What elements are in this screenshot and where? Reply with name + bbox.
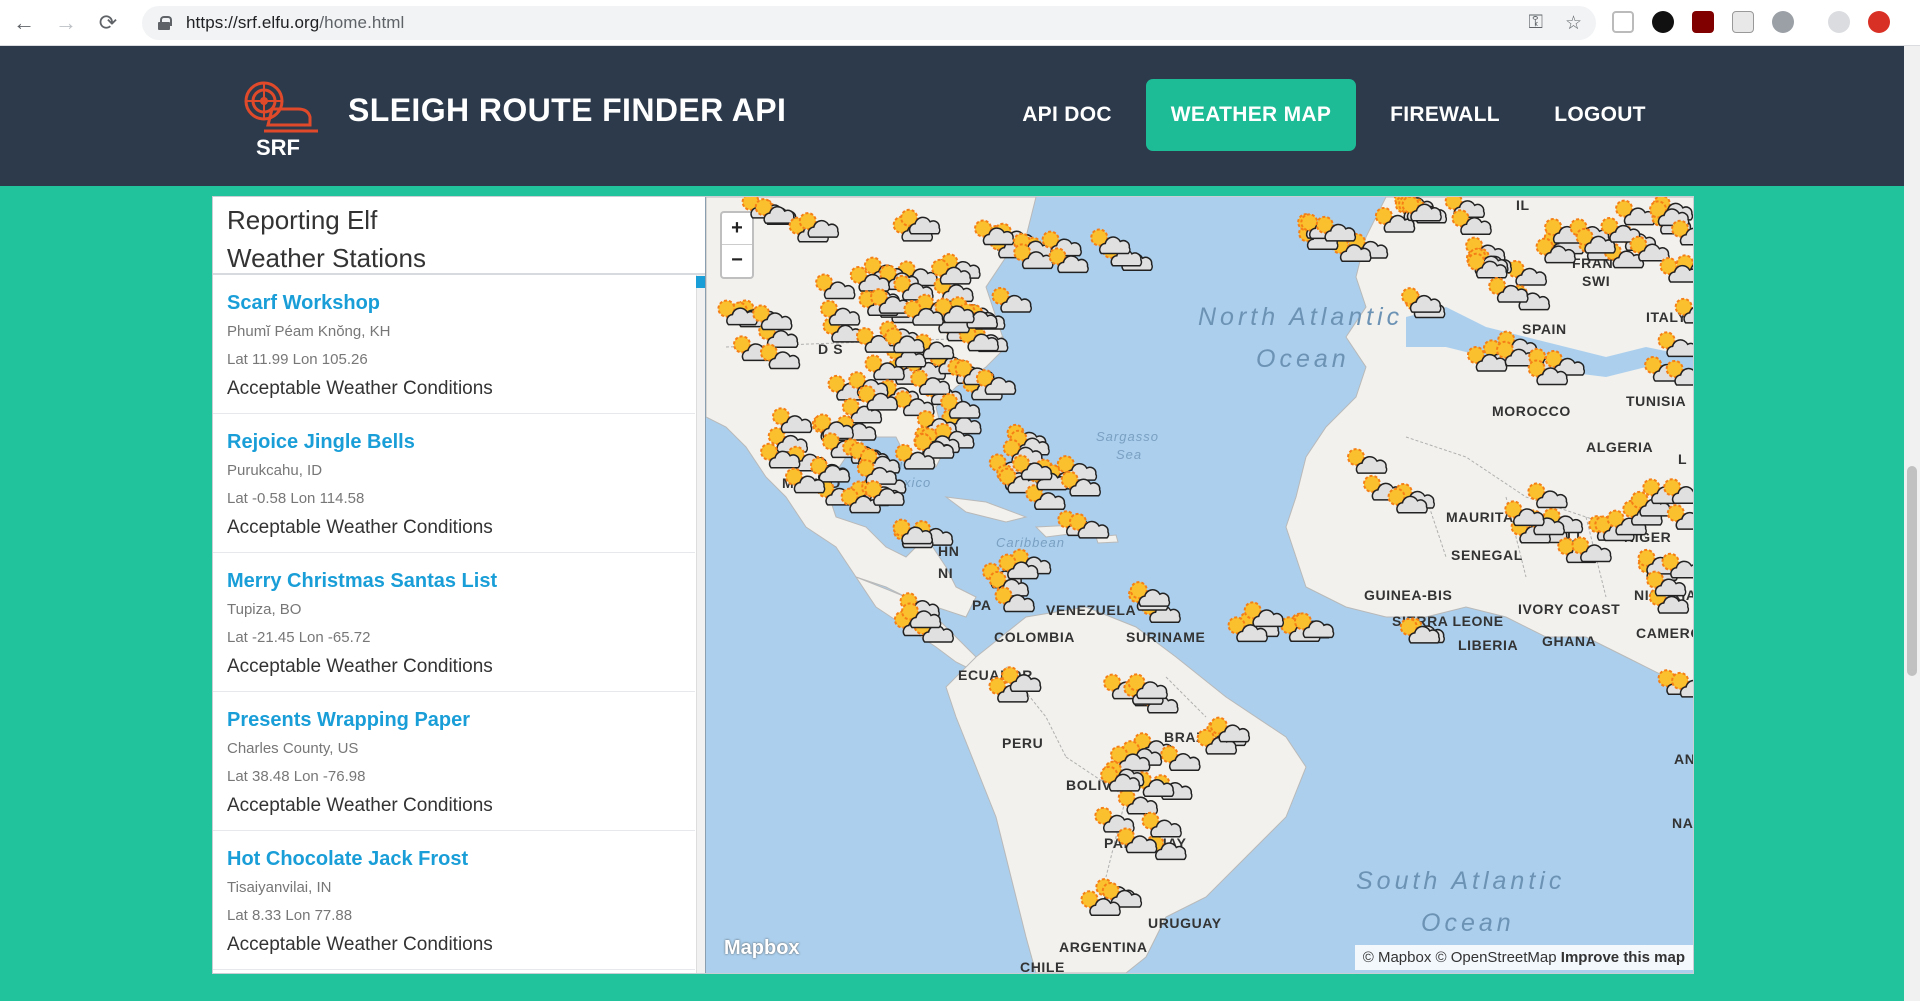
station-location: Phumĭ Péam Knŏng, KH — [227, 323, 391, 340]
circle-extension-icon[interactable] — [1772, 11, 1794, 33]
key-icon[interactable]: ⚿ — [1528, 12, 1542, 35]
partly-cloudy-weather-icon[interactable] — [974, 219, 1015, 246]
station-name-link[interactable]: Merry Christmas Santas List — [227, 569, 681, 593]
url-path: /home.html — [319, 13, 405, 32]
station-condition: Acceptable Weather Conditions — [227, 656, 493, 677]
station-location: Purukcahu, ID — [227, 462, 323, 479]
station-name-link[interactable]: Scarf Workshop — [227, 291, 681, 315]
back-icon[interactable]: ← — [6, 5, 42, 41]
site-header: SRF SLEIGH ROUTE FINDER API API DOC WEAT… — [0, 46, 1920, 186]
partly-cloudy-weather-icon[interactable] — [1506, 259, 1547, 286]
station-location: Charles County, US — [227, 740, 359, 757]
mapbox-logo[interactable]: Mapbox — [724, 937, 800, 960]
station-location: Tupiza, BO — [227, 601, 302, 618]
lock-icon[interactable] — [158, 16, 172, 30]
cast-extension-icon[interactable] — [1732, 11, 1754, 33]
attribution-text[interactable]: © Mapbox © OpenStreetMap — [1363, 949, 1557, 966]
map-attribution: © Mapbox © OpenStreetMap Improve this ma… — [1354, 945, 1693, 970]
address-bar[interactable]: https://srf.elfu.org/home.html ⚿ ☆ — [142, 6, 1596, 40]
sidebar-scroll-thumb[interactable] — [696, 276, 705, 288]
station-condition: Acceptable Weather Conditions — [227, 934, 493, 955]
partly-cloudy-weather-icon[interactable] — [1674, 297, 1693, 324]
partly-cloudy-weather-icon[interactable] — [991, 286, 1032, 313]
station-name-link[interactable]: Presents Wrapping Paper — [227, 708, 681, 732]
forward-icon[interactable]: → — [48, 5, 84, 41]
partly-cloudy-weather-icon[interactable] — [815, 273, 856, 300]
weather-map[interactable]: + − North Atlantic Ocean South Atlantic … — [705, 197, 1693, 973]
station-coords: Lat -0.58 Lon 114.58 — [227, 490, 365, 507]
station-location: Tisaiyanvilai, IN — [227, 879, 332, 896]
nav-api-doc[interactable]: API DOC — [1002, 79, 1132, 151]
station-condition: Acceptable Weather Conditions — [227, 795, 493, 816]
station-coords: Lat -21.45 Lon -65.72 — [227, 629, 371, 646]
url-text[interactable]: https://srf.elfu.org/home.html — [186, 13, 404, 33]
station-item[interactable]: Rejoice Jingle Bells Purukcahu, ID Lat -… — [213, 414, 695, 553]
page-scrollbar[interactable] — [1904, 46, 1920, 1001]
station-item[interactable]: Presents Wrapping Paper Charles County, … — [213, 692, 695, 831]
partly-cloudy-weather-icon[interactable] — [1401, 287, 1442, 313]
station-sidebar: Reporting Elf Weather Stations Scarf Wor… — [213, 197, 705, 973]
sidebar-scrollbar[interactable] — [696, 275, 705, 973]
partly-cloudy-weather-icon[interactable] — [759, 343, 801, 370]
station-item[interactable]: Scarf Workshop Phumĭ Péam Knŏng, KH Lat … — [213, 275, 695, 414]
improve-map-link[interactable]: Improve this map — [1561, 949, 1685, 966]
nav-weather-map[interactable]: WEATHER MAP — [1146, 79, 1356, 151]
profile-avatar-icon[interactable] — [1828, 11, 1850, 33]
url-host: https://srf.elfu.org — [186, 13, 320, 32]
update-alert-icon[interactable] — [1868, 11, 1890, 33]
sidebar-header: Reporting Elf Weather Stations — [213, 197, 705, 275]
nav-firewall[interactable]: FIREWALL — [1370, 79, 1520, 151]
partly-cloudy-weather-icon[interactable] — [1666, 504, 1693, 530]
tab-extension-icon[interactable] — [1612, 11, 1634, 33]
station-coords: Lat 38.48 Lon -76.98 — [227, 768, 366, 785]
partly-cloudy-weather-icon[interactable] — [1527, 482, 1568, 509]
partly-cloudy-weather-icon[interactable] — [809, 456, 851, 483]
partly-cloudy-weather-icon[interactable] — [1090, 228, 1131, 255]
browser-toolbar: ← → ⟳ https://srf.elfu.org/home.html ⚿ ☆ — [0, 0, 1920, 46]
partly-cloudy-weather-icon[interactable] — [1615, 199, 1656, 226]
partly-cloudy-weather-icon[interactable] — [1657, 331, 1693, 358]
main-nav: API DOC WEATHER MAP FIREWALL LOGOUT — [0, 79, 1920, 151]
partly-cloudy-weather-icon[interactable] — [754, 198, 795, 224]
station-list[interactable]: Scarf Workshop Phumĭ Péam Knŏng, KH Lat … — [213, 275, 695, 973]
station-item[interactable]: Merry Christmas Santas List Tupiza, BO L… — [213, 553, 695, 692]
weather-markers — [717, 197, 1693, 916]
station-name-link[interactable]: Hot Chocolate Jack Frost — [227, 847, 681, 871]
station-coords: Lat 11.99 Lon 105.26 — [227, 351, 368, 368]
station-condition: Acceptable Weather Conditions — [227, 517, 493, 538]
star-icon[interactable]: ☆ — [1565, 12, 1582, 35]
weather-panel: Reporting Elf Weather Stations Scarf Wor… — [212, 196, 1694, 974]
partly-cloudy-weather-icon[interactable] — [1347, 448, 1388, 474]
reload-icon[interactable]: ⟳ — [90, 5, 126, 41]
privacy-badger-icon[interactable] — [1652, 11, 1674, 33]
partly-cloudy-weather-icon[interactable] — [1160, 745, 1201, 771]
station-name-link[interactable]: Rejoice Jingle Bells — [227, 430, 681, 454]
partly-cloudy-weather-icon[interactable] — [1141, 811, 1182, 838]
ublock-icon[interactable] — [1692, 11, 1714, 33]
nav-logout[interactable]: LOGOUT — [1534, 79, 1666, 151]
station-condition: Acceptable Weather Conditions — [227, 378, 493, 399]
station-coords: Lat 8.33 Lon 77.88 — [227, 907, 353, 924]
sidebar-subtitle: Weather Stations — [227, 243, 426, 273]
sidebar-title: Reporting Elf — [227, 205, 378, 235]
station-item[interactable]: Hot Chocolate Jack Frost Tisaiyanvilai, … — [213, 831, 695, 970]
page-scroll-thumb[interactable] — [1907, 466, 1917, 676]
